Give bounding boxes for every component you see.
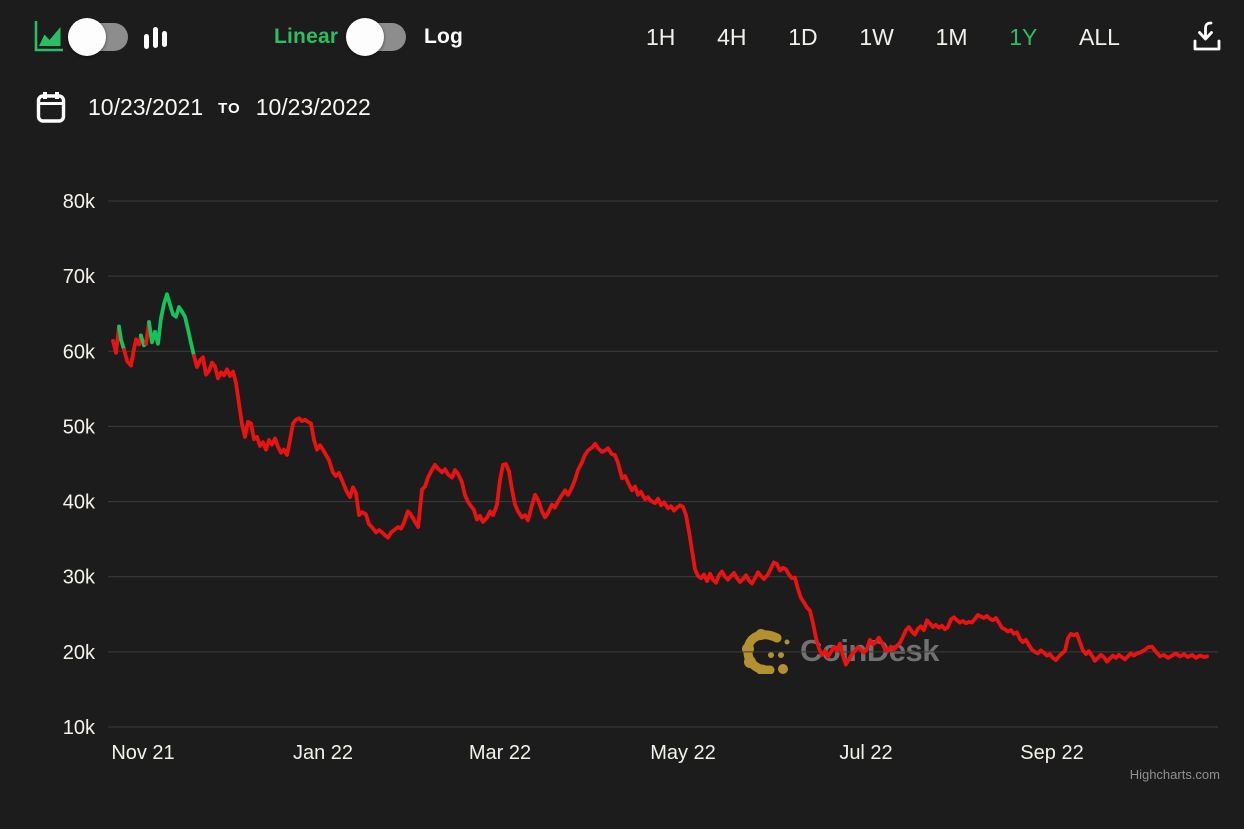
range-button-1w[interactable]: 1W: [859, 24, 894, 51]
toggle-knob: [346, 18, 384, 56]
x-axis-label-sep-22: Sep 22: [1020, 742, 1083, 764]
date-separator: TO: [218, 99, 241, 117]
bar-chart-icon[interactable]: [143, 23, 168, 57]
range-selector: 1H 4H 1D 1W 1M 1Y ALL: [646, 24, 1120, 51]
price-line-segment: [192, 353, 1209, 667]
price-line-segment: [147, 292, 196, 358]
x-axis-label-may-22: May 22: [650, 742, 716, 764]
range-button-all[interactable]: ALL: [1079, 24, 1120, 51]
chart-type-toggle[interactable]: [68, 18, 128, 56]
scale-toggle[interactable]: [346, 18, 406, 56]
toolbar: Linear Log 1H 4H 1D 1W 1M 1Y ALL: [0, 0, 1244, 72]
y-axis-label-80k: 80k: [63, 191, 96, 213]
y-axis-label-60k: 60k: [63, 341, 96, 363]
calendar-icon[interactable]: [36, 90, 66, 124]
price-line-segment: [122, 333, 143, 368]
x-axis-label-jan-22: Jan 22: [293, 742, 353, 764]
range-button-1d[interactable]: 1D: [788, 24, 817, 51]
range-button-1m[interactable]: 1M: [936, 24, 968, 51]
scale-log-label[interactable]: Log: [424, 25, 463, 49]
range-button-1h[interactable]: 1H: [646, 24, 675, 51]
highcharts-credit[interactable]: Highcharts.com: [1130, 767, 1220, 782]
scale-linear-label[interactable]: Linear: [274, 25, 338, 49]
date-end[interactable]: 10/23/2022: [256, 94, 371, 121]
y-axis-label-50k: 50k: [63, 416, 96, 438]
toggle-knob: [68, 18, 106, 56]
range-button-1y[interactable]: 1Y: [1009, 24, 1037, 51]
y-axis-label-10k: 10k: [63, 717, 96, 739]
area-chart-icon[interactable]: [33, 19, 64, 58]
y-axis-label-20k: 20k: [63, 642, 96, 664]
y-axis-label-30k: 30k: [63, 567, 96, 589]
x-axis-label-nov-21: Nov 21: [111, 742, 174, 764]
download-icon[interactable]: [1192, 20, 1222, 58]
y-axis-label-70k: 70k: [63, 266, 96, 288]
x-axis-label-jul-22: Jul 22: [839, 742, 892, 764]
date-range-picker: 10/23/2021 TO 10/23/2022: [36, 88, 371, 126]
y-axis-label-40k: 40k: [63, 492, 96, 514]
price-line-segment: [117, 324, 126, 352]
x-axis-label-mar-22: Mar 22: [469, 742, 531, 764]
range-button-4h[interactable]: 4H: [717, 24, 746, 51]
date-start[interactable]: 10/23/2021: [88, 94, 203, 121]
